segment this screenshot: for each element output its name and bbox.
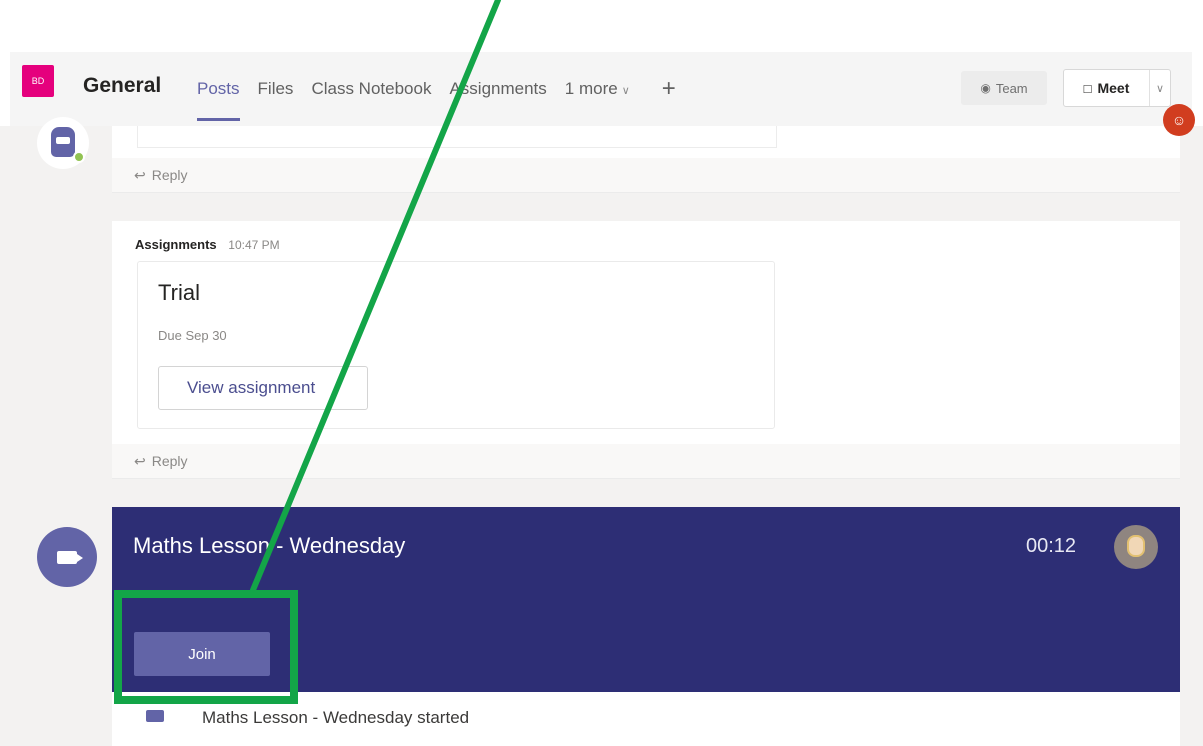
reaction-icon[interactable]: ☺ [1163, 104, 1195, 136]
reply-bar[interactable]: ↩ Reply [112, 158, 1180, 193]
participant-avatar[interactable] [1114, 525, 1158, 569]
assignment-card: Trial Due Sep 30 View assignment [137, 261, 775, 429]
message-sender: Assignments [135, 237, 217, 252]
channel-tabs: Posts Files Class Notebook Assignments 1… [197, 77, 676, 121]
meet-button-label: Meet [1097, 80, 1130, 96]
team-avatar[interactable]: BD [22, 65, 54, 97]
reply-arrow-icon: ↩ [134, 452, 146, 469]
meeting-timer: 00:12 [1026, 535, 1077, 557]
reply-bar[interactable]: ↩ Reply [112, 444, 1180, 479]
tab-assignments[interactable]: Assignments [449, 79, 546, 99]
status-available-icon [73, 151, 85, 163]
previous-post-card [137, 126, 777, 148]
tab-class-notebook[interactable]: Class Notebook [311, 79, 431, 99]
assignment-title: Trial [158, 280, 200, 305]
tab-more-label: 1 more [564, 79, 618, 98]
meet-dropdown-chevron-icon[interactable]: ∨ [1150, 82, 1170, 95]
person-icon [1127, 535, 1145, 557]
meeting-started-text: Maths Lesson - Wednesday started [202, 708, 470, 727]
video-camera-icon: □ [1083, 80, 1092, 96]
reply-arrow-icon: ↩ [134, 166, 146, 183]
tab-posts[interactable]: Posts [197, 79, 240, 121]
video-camera-icon [57, 550, 83, 564]
plus-icon[interactable]: + [662, 77, 676, 101]
channel-header: BD General Posts Files Class Notebook As… [10, 52, 1192, 126]
reply-label: Reply [151, 167, 188, 183]
message-time: 10:47 PM [228, 238, 280, 252]
tab-files[interactable]: Files [258, 79, 294, 99]
meeting-avatar [37, 527, 97, 587]
annotation-highlight-box [114, 590, 298, 704]
meeting-title: Maths Lesson - Wednesday [133, 533, 406, 558]
team-button[interactable]: ◉ Team [961, 71, 1047, 105]
meet-now-button[interactable]: □ Meet [1064, 70, 1150, 106]
message-meta: Assignments 10:47 PM [135, 237, 280, 252]
assignments-bot-avatar[interactable] [37, 117, 89, 169]
channel-title: General [83, 74, 162, 97]
reply-label: Reply [151, 453, 188, 469]
view-assignment-button[interactable]: View assignment [158, 366, 368, 410]
assignment-due-date: Due Sep 30 [158, 328, 227, 343]
tab-more[interactable]: 1 more ∨ [565, 79, 630, 99]
chevron-down-icon: ∨ [621, 85, 630, 97]
meeting-icon [146, 710, 164, 722]
previous-post [112, 126, 1180, 158]
eye-icon: ◉ [980, 81, 991, 95]
backpack-icon [51, 127, 75, 157]
assignment-post: Assignments 10:47 PM Trial Due Sep 30 Vi… [112, 221, 1180, 444]
team-button-label: Team [995, 80, 1028, 96]
meet-button[interactable]: □ Meet ∨ [1063, 69, 1171, 107]
